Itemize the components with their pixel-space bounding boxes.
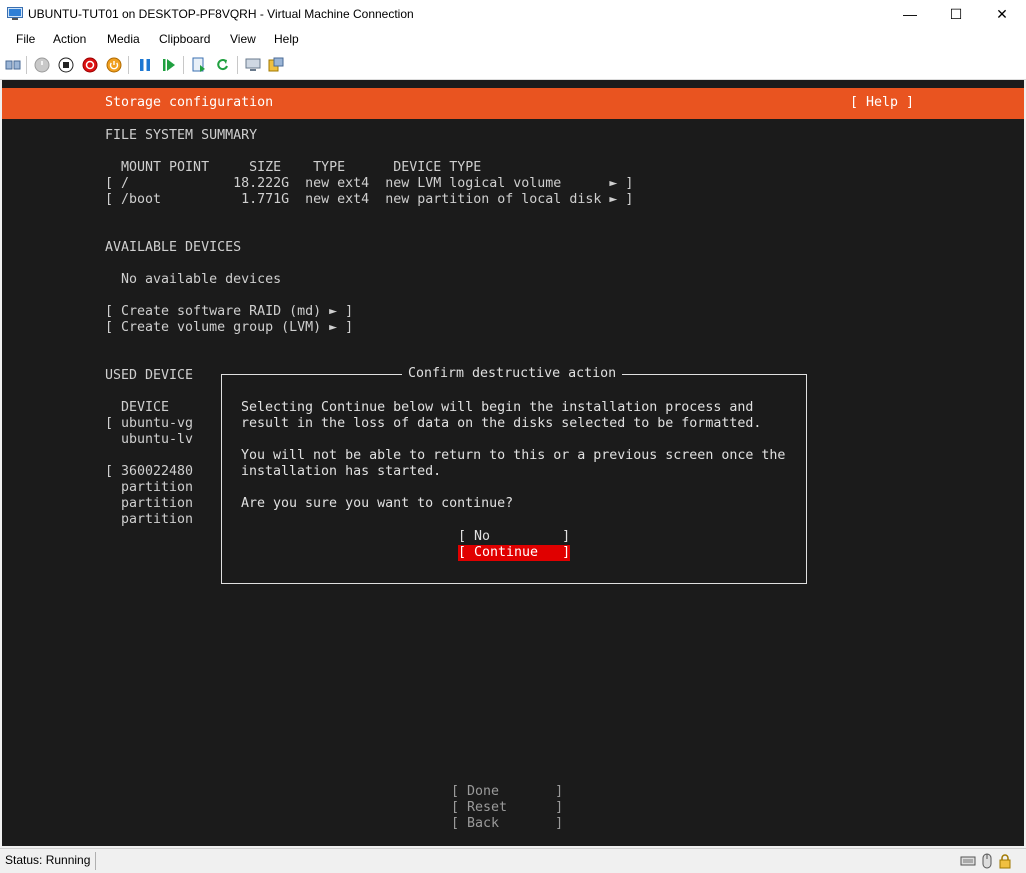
- enhanced-session-icon[interactable]: [245, 57, 261, 73]
- vm-connection-icon: [7, 7, 23, 20]
- available-devices-heading: AVAILABLE DEVICES: [105, 240, 242, 255]
- back-button[interactable]: [ Back ]: [451, 816, 563, 832]
- vm-screen[interactable]: Storage configuration [ Help ] FILE SYST…: [2, 80, 1024, 846]
- keyboard-icon: [960, 856, 976, 866]
- shut-down-icon[interactable]: [82, 57, 98, 73]
- close-button[interactable]: ✕: [979, 0, 1025, 29]
- menu-file[interactable]: File: [16, 32, 35, 46]
- dialog-message-line: You will not be able to return to this o…: [241, 448, 786, 463]
- checkpoint-icon[interactable]: [191, 57, 207, 73]
- mouse-icon: [982, 853, 992, 869]
- dialog-message-line: Selecting Continue below will begin the …: [241, 400, 754, 415]
- used-device-line: partition: [105, 480, 194, 495]
- reset-button[interactable]: [ Reset ]: [451, 800, 563, 816]
- used-devices-heading: USED DEVICE: [105, 368, 194, 383]
- create-vg-button[interactable]: [ Create volume group (LVM) ► ]: [105, 320, 353, 336]
- dialog-message-line: result in the loss of data on the disks …: [241, 416, 762, 431]
- menu-clipboard[interactable]: Clipboard: [159, 32, 210, 46]
- save-state-icon[interactable]: [106, 57, 122, 73]
- installer-header: Storage configuration [ Help ]: [2, 88, 1024, 119]
- no-button[interactable]: [ No ]: [458, 529, 570, 545]
- status-bar: Status: Running: [0, 848, 1026, 873]
- toolbar: [0, 51, 1026, 80]
- used-device-line: partition: [105, 496, 194, 511]
- no-devices-text: No available devices: [105, 272, 282, 287]
- menu-media[interactable]: Media: [107, 32, 140, 46]
- pause-icon[interactable]: [137, 57, 153, 73]
- fs-table-header: MOUNT POINT SIZE TYPE DEVICE TYPE: [105, 160, 482, 175]
- used-device-line[interactable]: [ ubuntu-vg: [105, 416, 193, 432]
- minimize-button[interactable]: —: [887, 0, 933, 29]
- fs-row-root[interactable]: [ / 18.222G new ext4 new LVM logical vol…: [105, 176, 633, 192]
- installer-terminal: Storage configuration [ Help ] FILE SYST…: [2, 80, 1024, 846]
- used-device-line: ubuntu-lv: [105, 432, 194, 447]
- turn-off-icon[interactable]: [58, 57, 74, 73]
- menu-help[interactable]: Help: [274, 32, 299, 46]
- window-titlebar: UBUNTU-TUT01 on DESKTOP-PF8VQRH - Virtua…: [0, 0, 1026, 29]
- done-button[interactable]: [ Done ]: [451, 784, 563, 800]
- window-title: UBUNTU-TUT01 on DESKTOP-PF8VQRH - Virtua…: [28, 7, 414, 21]
- fs-summary-heading: FILE SYSTEM SUMMARY: [105, 128, 258, 143]
- continue-button[interactable]: [ Continue ]: [458, 545, 570, 561]
- ctrl-alt-del-icon[interactable]: [5, 57, 21, 73]
- help-button[interactable]: [ Help ]: [850, 95, 914, 110]
- confirm-dialog: Confirm destructive action Selecting Con…: [221, 366, 807, 584]
- revert-icon[interactable]: [215, 57, 231, 73]
- used-device-line: partition: [105, 512, 194, 527]
- used-device-line[interactable]: [ 360022480: [105, 464, 193, 480]
- status-text: Status: Running: [5, 853, 91, 867]
- maximize-button[interactable]: ☐: [933, 0, 979, 29]
- lock-icon: [999, 854, 1011, 869]
- menu-bar: File Action Media Clipboard View Help: [0, 29, 1026, 51]
- used-device-line: DEVICE: [105, 400, 170, 415]
- menu-view[interactable]: View: [230, 32, 256, 46]
- create-raid-button[interactable]: [ Create software RAID (md) ► ]: [105, 304, 353, 320]
- page-title: Storage configuration: [105, 95, 274, 110]
- menu-action[interactable]: Action: [53, 32, 86, 46]
- fs-row-boot[interactable]: [ /boot 1.771G new ext4 new partition of…: [105, 192, 633, 208]
- dialog-message-line: installation has started.: [241, 464, 442, 479]
- dialog-title: Confirm destructive action: [402, 366, 623, 382]
- share-icon[interactable]: [268, 57, 284, 73]
- dialog-question: Are you sure you want to continue?: [241, 496, 514, 511]
- start-icon[interactable]: [34, 57, 50, 73]
- resume-icon[interactable]: [161, 57, 177, 73]
